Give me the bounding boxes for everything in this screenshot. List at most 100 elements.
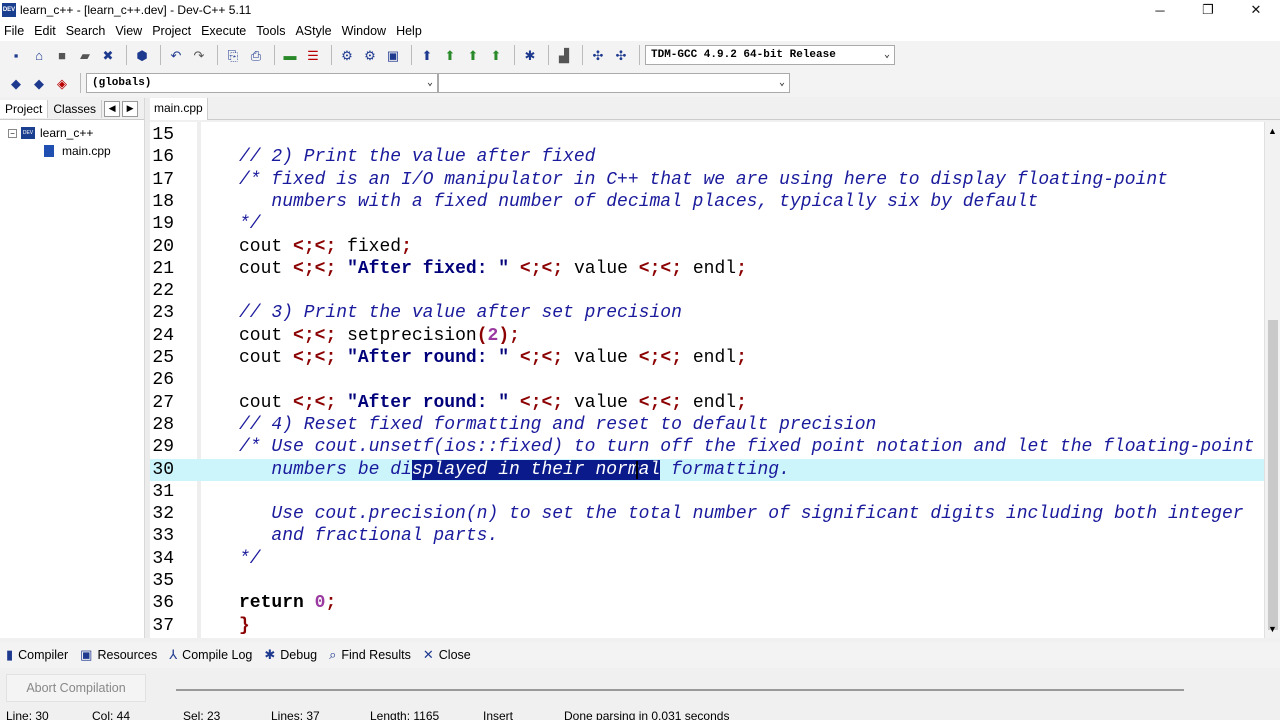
stop-icon[interactable]: ✣ <box>611 45 631 65</box>
print-icon[interactable]: ⬢ <box>132 45 152 65</box>
compile-run-icon[interactable]: ⬆ <box>463 45 483 65</box>
close-file-icon[interactable]: ✖ <box>98 45 118 65</box>
code-line[interactable]: 20 cout <;<; fixed; <box>150 236 1264 258</box>
tab-close[interactable]: ✕ Close <box>423 647 471 663</box>
tab-find-results[interactable]: ⌕ Find Results <box>329 647 411 663</box>
tab-project[interactable]: Project <box>0 99 49 118</box>
code-line[interactable]: 24 cout <;<; setprecision(2); <box>150 325 1264 347</box>
code-line[interactable]: 17 /* fixed is an I/O manipulator in C++ … <box>150 169 1264 191</box>
goto-icon[interactable]: ✣ <box>588 45 608 65</box>
add-to-project-icon[interactable]: ⚙ <box>337 45 357 65</box>
code-line[interactable]: 29 /* Use cout.unsetf(ios::fixed) to turn… <box>150 436 1264 458</box>
toggle-icon[interactable]: ◆ <box>29 73 49 93</box>
minimize-button[interactable]: ─ <box>1136 0 1184 20</box>
maximize-button[interactable]: ❐ <box>1184 0 1232 20</box>
symbol-select[interactable]: ⌄ <box>438 73 790 93</box>
close-window-button[interactable]: ✕ <box>1232 0 1280 20</box>
new-file-icon[interactable]: ▪ <box>6 45 26 65</box>
redo-icon[interactable]: ↷ <box>189 45 209 65</box>
collapse-icon[interactable]: − <box>8 128 17 138</box>
menu-edit[interactable]: Edit <box>30 24 62 38</box>
save-icon[interactable]: ■ <box>52 45 72 65</box>
menu-help[interactable]: Help <box>392 24 428 38</box>
chevron-left-icon[interactable]: ◀ <box>104 100 121 117</box>
menu-project[interactable]: Project <box>148 24 197 38</box>
tab-main-cpp[interactable]: main.cpp <box>150 98 208 120</box>
indent-icon[interactable]: ▬ <box>280 45 300 65</box>
scroll-down-icon[interactable]: ▼ <box>1268 624 1277 634</box>
code-line[interactable]: 25 cout <;<; "After round: " <;<; value <… <box>150 347 1264 369</box>
dev-cpp-window: DEV learn_c++ - [learn_c++.dev] - Dev-C+… <box>0 0 1280 720</box>
tab-classes[interactable]: Classes <box>48 99 103 118</box>
compiler-select[interactable]: TDM-GCC 4.9.2 64-bit Release ⌄ <box>645 45 895 65</box>
line-number: 33 <box>152 526 174 547</box>
project-options-icon[interactable]: ▣ <box>383 45 403 65</box>
save-all-icon[interactable]: ▰ <box>75 45 95 65</box>
line-number: 17 <box>152 169 174 190</box>
undo-icon[interactable]: ↶ <box>166 45 186 65</box>
menu-file[interactable]: File <box>0 24 30 38</box>
code-line[interactable]: 19 */ <box>150 213 1264 235</box>
line-text: */ <box>239 214 261 235</box>
debug-toolbar-icon[interactable]: ✱ <box>520 45 540 65</box>
find-icon[interactable]: ⎘ <box>223 45 243 65</box>
toolbar-separator <box>160 45 161 65</box>
tab-label: Close <box>438 648 471 662</box>
code-line[interactable]: 36 return 0; <box>150 592 1264 614</box>
open-file-icon[interactable]: ⌂ <box>29 45 49 65</box>
code-editor[interactable]: 15 16 // 2) Print the value after fixed 17 /… <box>150 122 1264 638</box>
tree-item-file[interactable]: main.cpp <box>0 142 144 160</box>
menu-window[interactable]: Window <box>338 24 392 38</box>
code-line[interactable]: 37} <box>150 615 1264 637</box>
scope-select[interactable]: (globals) ⌄ <box>86 73 438 93</box>
status-lines: Lines: 37 <box>271 709 320 720</box>
profile-icon[interactable]: ▟ <box>554 45 574 65</box>
insert-icon[interactable]: ◆ <box>6 73 26 93</box>
abort-compilation-button[interactable]: Abort Compilation <box>6 674 146 702</box>
code-line[interactable]: 34 */ <box>150 548 1264 570</box>
code-line[interactable]: 30 numbers be displayed in their normal … <box>150 458 1264 481</box>
menu-execute[interactable]: Execute <box>197 24 252 38</box>
vertical-scrollbar[interactable]: ▲ ▼ <box>1264 122 1280 638</box>
tab-compile-log[interactable]: ⅄ Compile Log <box>169 647 252 663</box>
code-line[interactable]: 18 numbers with a fixed number of decima… <box>150 191 1264 213</box>
chevron-right-icon[interactable]: ▶ <box>122 100 139 117</box>
code-line[interactable]: 23 // 3) Print the value after set precis… <box>150 302 1264 324</box>
line-number: 27 <box>152 392 174 413</box>
scroll-up-icon[interactable]: ▲ <box>1268 126 1277 136</box>
menu-search[interactable]: Search <box>62 24 112 38</box>
tab-label: Resources <box>97 648 158 662</box>
bookmark-icon[interactable]: ☰ <box>303 45 323 65</box>
code-line[interactable]: 15 <box>150 124 1264 146</box>
tab-debug[interactable]: ✱ Debug <box>264 647 317 663</box>
line-number: 28 <box>152 414 174 435</box>
line-number: 30 <box>152 459 174 480</box>
code-line[interactable]: 28 // 4) Reset fixed formatting and reset… <box>150 414 1264 436</box>
menu-tools[interactable]: Tools <box>252 24 291 38</box>
chevron-down-icon: ⌄ <box>778 78 785 89</box>
rebuild-icon[interactable]: ⬆ <box>486 45 506 65</box>
replace-icon[interactable]: ⎙ <box>246 45 266 65</box>
line-number: 16 <box>152 147 174 168</box>
goto-bookmark-icon[interactable]: ◈ <box>52 73 72 93</box>
code-line[interactable]: 32 Use cout.precision(n) to set the tota… <box>150 503 1264 525</box>
tab-compiler[interactable]: ▮ Compiler <box>6 647 68 663</box>
code-line[interactable]: 21 cout <;<; "After fixed: " <;<; value <… <box>150 258 1264 280</box>
compile-icon[interactable]: ⬆ <box>417 45 437 65</box>
code-line[interactable]: 35 <box>150 570 1264 592</box>
remove-from-project-icon[interactable]: ⚙ <box>360 45 380 65</box>
scroll-thumb[interactable] <box>1268 320 1278 630</box>
menu-astyle[interactable]: AStyle <box>291 24 337 38</box>
find-results-icon: ⌕ <box>329 647 337 662</box>
line-text: numbers with a fixed number of decimal p… <box>239 191 1039 212</box>
run-icon[interactable]: ⬆ <box>440 45 460 65</box>
menu-view[interactable]: View <box>111 24 148 38</box>
code-line[interactable]: 31 <box>150 481 1264 503</box>
code-line[interactable]: 16 // 2) Print the value after fixed <box>150 146 1264 168</box>
tab-resources[interactable]: ▣ Resources <box>80 647 157 663</box>
code-line[interactable]: 27 cout <;<; "After round: " <;<; value <… <box>150 392 1264 414</box>
code-line[interactable]: 33 and fractional parts. <box>150 525 1264 547</box>
code-line[interactable]: 26 <box>150 369 1264 391</box>
code-line[interactable]: 22 <box>150 280 1264 302</box>
tree-item-project[interactable]: − DEV learn_c++ <box>0 124 144 142</box>
